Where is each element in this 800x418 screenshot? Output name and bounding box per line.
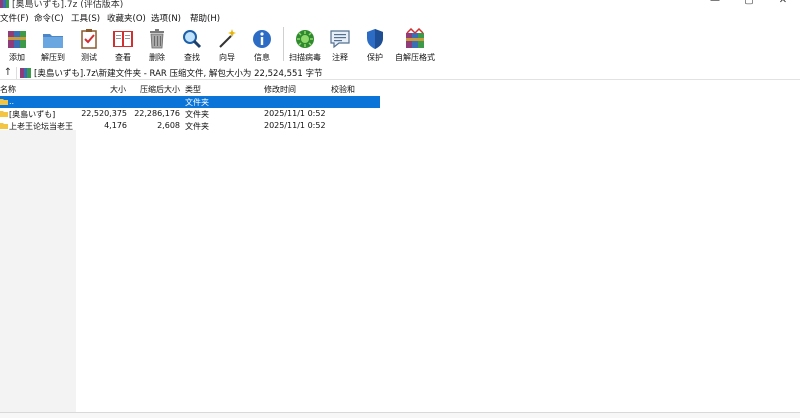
row-type: 文件夹: [185, 98, 209, 107]
column-checksum[interactable]: 校验和: [331, 84, 355, 95]
menu-favorites[interactable]: 收藏夹(O): [107, 12, 151, 24]
extract-to-button[interactable]: 解压到: [34, 26, 72, 64]
address-path[interactable]: [奥島いずも].7z\新建文件夹 - RAR 压缩文件, 解包大小为 22,52…: [34, 67, 323, 79]
find-label: 查找: [184, 53, 200, 62]
menu-help[interactable]: 帮助(H): [190, 12, 226, 24]
menu-file[interactable]: 文件(F): [0, 12, 34, 24]
info-label: 信息: [254, 53, 270, 62]
folder-icon: [0, 123, 8, 129]
column-packed-size[interactable]: 压缩后大小: [140, 84, 180, 95]
row-name: [奥島いずも]: [9, 110, 56, 119]
row-packed-size: 2,608: [157, 121, 180, 130]
protect-label: 保护: [367, 53, 383, 62]
column-modified[interactable]: 修改时间: [264, 84, 296, 95]
test-clipboard-icon: [76, 26, 102, 51]
maximize-button[interactable]: ▢: [732, 0, 766, 8]
column-type[interactable]: 类型: [185, 84, 201, 95]
protect-button[interactable]: 保护: [357, 26, 393, 64]
list-empty-area-left: [0, 130, 76, 412]
row-size: 22,520,375: [81, 109, 127, 118]
row-modified: 2025/11/1 0:52: [264, 109, 326, 118]
rar-archive-icon: [20, 67, 31, 78]
table-row[interactable]: [奥島いずも] 22,520,375 22,286,176 文件夹 2025/1…: [0, 108, 380, 120]
sfx-archive-icon: [402, 26, 428, 51]
row-size: 4,176: [104, 121, 127, 130]
column-name[interactable]: 名称: [0, 84, 16, 95]
toolbar: 添加 解压到 测试 查看 删除 查找 向导 信息 扫描病毒 注释 保护 自解压格…: [0, 26, 800, 64]
trash-icon: [144, 26, 170, 51]
menu-tools[interactable]: 工具(S): [71, 12, 107, 24]
wizard-wand-icon: [214, 26, 240, 51]
minimize-button[interactable]: —: [698, 0, 732, 8]
row-type: 文件夹: [185, 122, 209, 131]
winrar-app-icon: [0, 0, 9, 8]
title-bar: [奥島いずも].7z (评估版本) — ▢ ✕: [0, 0, 800, 10]
address-bar: ↑ [奥島いずも].7z\新建文件夹 - RAR 压缩文件, 解包大小为 22,…: [0, 66, 800, 80]
find-button[interactable]: 查找: [174, 26, 210, 64]
column-header-row: 名称 大小 压缩后大小 类型 修改时间 校验和: [0, 82, 380, 95]
menu-bar: 文件(F) 命令(C) 工具(S) 收藏夹(O) 选项(N) 帮助(H): [0, 10, 800, 26]
virus-scan-label: 扫描病毒: [289, 53, 321, 62]
virus-scan-button[interactable]: 扫描病毒: [287, 26, 323, 64]
extract-folder-icon: [40, 26, 66, 51]
virus-scan-icon: [292, 26, 318, 51]
close-button[interactable]: ✕: [766, 0, 800, 8]
row-modified: 2025/11/1 0:52: [264, 121, 326, 130]
test-button[interactable]: 测试: [72, 26, 106, 64]
comment-label: 注释: [332, 53, 348, 62]
folder-icon: [0, 99, 8, 105]
sfx-label: 自解压格式: [395, 53, 435, 62]
view-button[interactable]: 查看: [106, 26, 140, 64]
view-label: 查看: [115, 53, 131, 62]
column-size[interactable]: 大小: [110, 84, 126, 95]
file-list: 名称 大小 压缩后大小 类型 修改时间 校验和 .. 文件夹 [奥島いずも] 2…: [0, 82, 800, 412]
info-icon: [249, 26, 275, 51]
window-title: [奥島いずも].7z (评估版本): [12, 0, 124, 10]
row-name: ..: [9, 97, 15, 106]
menu-options[interactable]: 选项(N): [151, 12, 190, 24]
delete-button[interactable]: 删除: [140, 26, 174, 64]
wizard-label: 向导: [219, 53, 235, 62]
shield-icon: [362, 26, 388, 51]
find-magnifier-icon: [179, 26, 205, 51]
folder-icon: [0, 111, 8, 117]
test-label: 测试: [81, 53, 97, 62]
comment-icon: [327, 26, 353, 51]
menu-commands[interactable]: 命令(C): [34, 12, 71, 24]
add-label: 添加: [9, 53, 25, 62]
up-arrow-icon[interactable]: ↑: [0, 67, 16, 78]
comment-button[interactable]: 注释: [323, 26, 357, 64]
window-controls: — ▢ ✕: [698, 0, 800, 8]
sfx-button[interactable]: 自解压格式: [393, 26, 437, 64]
info-button[interactable]: 信息: [244, 26, 280, 64]
status-bar: [0, 412, 800, 418]
table-row-parent[interactable]: .. 文件夹: [0, 96, 380, 108]
toolbar-divider: [283, 27, 284, 61]
add-icon: [4, 26, 30, 51]
add-button[interactable]: 添加: [0, 26, 34, 64]
row-type: 文件夹: [185, 110, 209, 119]
view-book-icon: [110, 26, 136, 51]
address-divider: [16, 66, 17, 79]
wizard-button[interactable]: 向导: [210, 26, 244, 64]
delete-label: 删除: [149, 53, 165, 62]
extract-to-label: 解压到: [41, 53, 65, 62]
row-packed-size: 22,286,176: [134, 109, 180, 118]
